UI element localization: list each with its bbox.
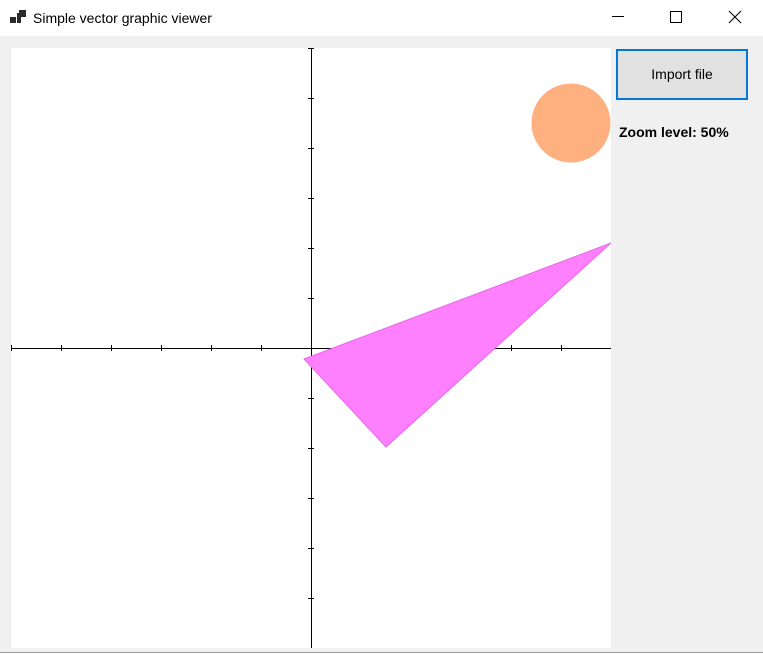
close-button[interactable] [705, 0, 763, 34]
window-title: Simple vector graphic viewer [33, 10, 212, 26]
orange-circle [531, 83, 611, 163]
app-icon [10, 10, 26, 23]
close-icon [728, 10, 742, 24]
magenta-triangle [303, 242, 611, 448]
minimize-icon [612, 16, 624, 17]
zoom-level-label: Zoom level: 50% [619, 124, 729, 140]
maximize-icon [670, 11, 682, 23]
import-file-button[interactable]: Import file [616, 49, 748, 100]
title-bar: Simple vector graphic viewer [0, 0, 763, 36]
drawing-canvas[interactable] [11, 48, 611, 648]
canvas-svg [11, 48, 611, 648]
minimize-button[interactable] [589, 0, 647, 34]
maximize-button[interactable] [647, 0, 705, 34]
